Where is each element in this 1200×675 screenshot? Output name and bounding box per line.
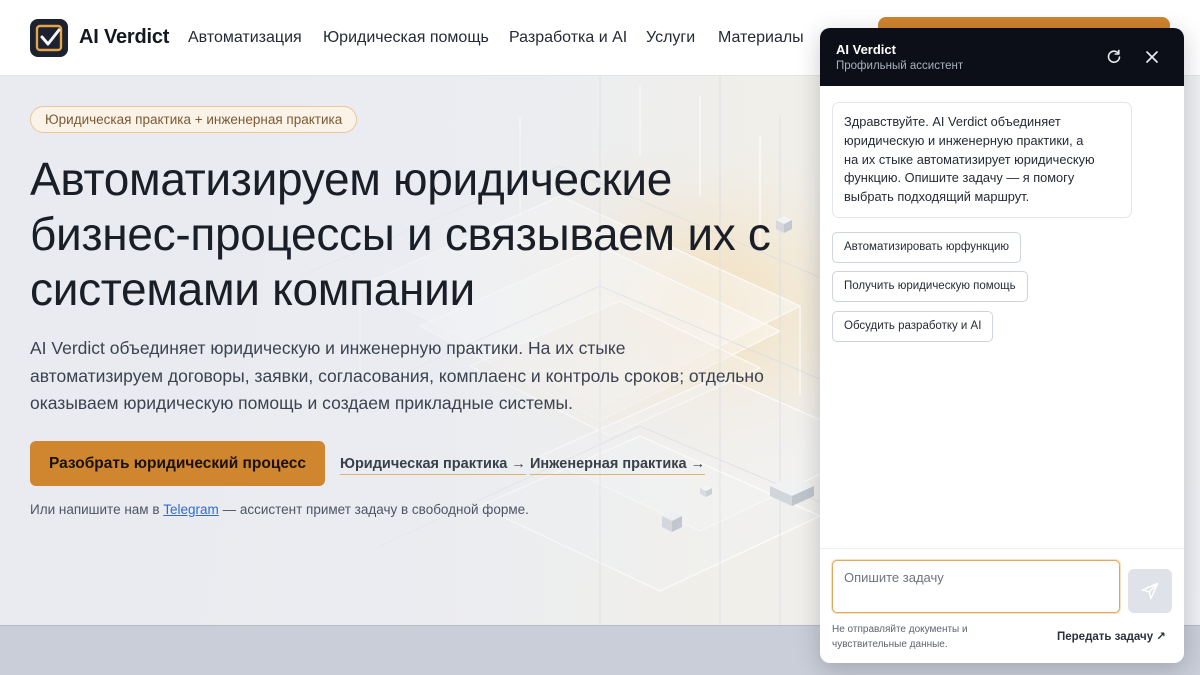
footnote-prefix: Или напишите нам в [30, 502, 164, 517]
telegram-footnote: Или напишите нам в Telegram — ассистент … [30, 502, 529, 517]
nav-materials[interactable]: Материалы [718, 29, 804, 47]
message-line: на их стыке автоматизирует юридическую [844, 151, 1095, 167]
assistant-message: Здравствуйте. AI Verdict объединяет юрид… [832, 102, 1132, 218]
quick-reply-development[interactable]: Обсудить разработку и AI [832, 311, 994, 342]
description-line: оказываем юридическую помощь и создаем п… [30, 393, 573, 413]
headline-line: Автоматизируем юридические [30, 153, 672, 205]
hero-headline: Автоматизируем юридические бизнес-процес… [30, 152, 830, 317]
headline-line: бизнес-процессы и связываем их с [30, 208, 771, 260]
disclaimer-line: чувствительные данные. [832, 639, 948, 650]
composer-divider [820, 548, 1184, 549]
send-button[interactable] [1128, 569, 1172, 613]
chat-title: AI Verdict [836, 42, 896, 57]
hero-tag-badge: Юридическая практика + инженерная практи… [30, 106, 358, 133]
chat-subtitle: Профильный ассистент [836, 60, 964, 72]
refresh-icon[interactable] [1104, 47, 1124, 67]
headline-line: системами компании [30, 263, 475, 315]
send-icon [1141, 582, 1159, 600]
nav-legal-help[interactable]: Юридическая помощь [323, 29, 489, 47]
footnote-suffix: — ассистент примет задачу в свободной фо… [218, 502, 529, 517]
description-line: автоматизируем договоры, заявки, согласо… [30, 365, 764, 386]
quick-reply-automate[interactable]: Автоматизировать юрфункцию [832, 232, 1021, 263]
assistant-chat-panel: AI Verdict Профильный ассистент Здравств… [820, 28, 1184, 663]
hero-description: AI Verdict объединяет юридическую и инже… [30, 335, 790, 418]
chat-message-input[interactable] [832, 560, 1120, 613]
description-line: AI Verdict объединяет юридическую и инже… [30, 338, 626, 358]
logo-icon[interactable] [30, 19, 68, 57]
telegram-link[interactable]: Telegram [163, 502, 219, 517]
engineering-practice-link[interactable]: Инженерная практика → [530, 456, 706, 475]
analyze-process-button[interactable]: Разобрать юридический процесс [30, 441, 325, 486]
nav-services[interactable]: Услуги [646, 29, 695, 47]
message-line: выбрать подходящий маршрут. [844, 189, 1030, 205]
chat-header: AI Verdict Профильный ассистент [820, 28, 1184, 86]
brand-name[interactable]: AI Verdict [79, 26, 169, 49]
handoff-task-link[interactable]: Передать задачу ↗ [1057, 629, 1166, 643]
message-line: юридическую и инженерную практики, а [844, 132, 1084, 148]
nav-development-ai[interactable]: Разработка и AI [509, 29, 627, 47]
message-line: Здравствуйте. AI Verdict объединяет [844, 114, 1061, 129]
disclaimer-line: Не отправляйте документы и [832, 624, 968, 635]
legal-practice-link[interactable]: Юридическая практика → [340, 456, 526, 475]
message-line: функцию. Опишите задачу — я помогу [844, 170, 1075, 186]
privacy-disclaimer: Не отправляйте документы и чувствительны… [832, 622, 968, 652]
close-icon[interactable] [1142, 47, 1162, 67]
quick-reply-legal-help[interactable]: Получить юридическую помощь [832, 271, 1028, 302]
nav-automation[interactable]: Автоматизация [188, 29, 302, 47]
